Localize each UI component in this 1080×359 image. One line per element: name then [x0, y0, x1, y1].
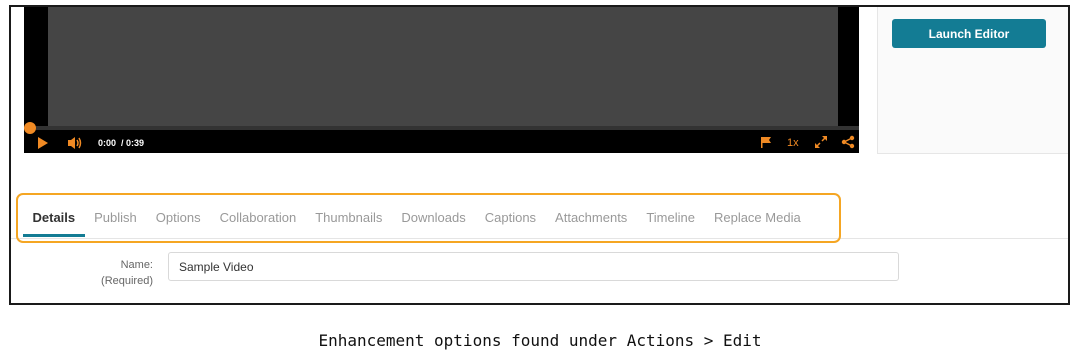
progress-bar[interactable]	[30, 126, 859, 130]
time-display: 0:00 / 0:39	[98, 138, 145, 148]
name-input[interactable]	[168, 252, 899, 281]
fullscreen-icon[interactable]	[814, 135, 828, 149]
name-field-label: Name: (Required)	[91, 257, 153, 289]
required-label-text: (Required)	[101, 275, 153, 287]
tabs-highlight-box	[16, 193, 841, 243]
video-player[interactable]: 0:00 / 0:39 1x	[24, 7, 859, 153]
screenshot-frame: 0:00 / 0:39 1x Details Publish Options C…	[9, 5, 1070, 305]
playback-speed[interactable]: 1x	[787, 137, 799, 149]
player-controls: 0:00 / 0:39 1x	[24, 133, 859, 153]
video-display[interactable]	[48, 7, 838, 126]
flag-icon[interactable]	[759, 135, 773, 149]
play-icon[interactable]	[38, 137, 48, 149]
figure-caption: Enhancement options found under Actions …	[318, 331, 762, 350]
volume-icon[interactable]	[67, 135, 83, 151]
share-icon[interactable]	[841, 135, 855, 149]
launch-editor-button[interactable]: Launch Editor	[892, 19, 1046, 48]
name-label-text: Name:	[120, 259, 153, 271]
